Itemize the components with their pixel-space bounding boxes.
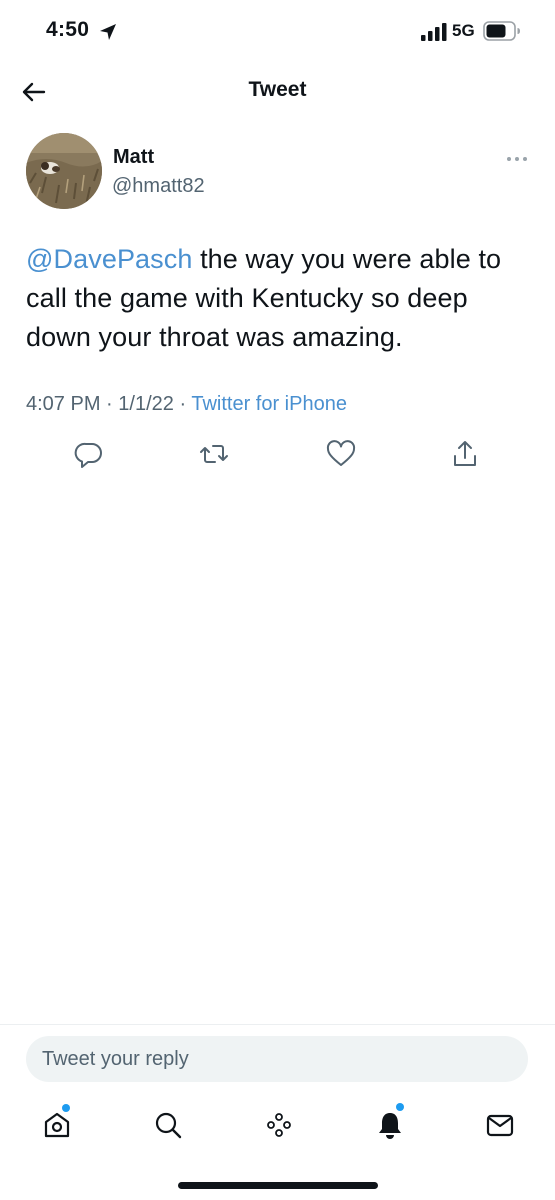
- avatar[interactable]: [26, 133, 102, 209]
- notifications-dot: [396, 1103, 404, 1111]
- notifications-icon: [379, 1113, 401, 1139]
- reply-icon[interactable]: [71, 436, 107, 472]
- mention-link[interactable]: @DavePasch: [26, 244, 192, 274]
- messages-icon: [486, 1114, 514, 1137]
- tweet-date: 1/1/22: [118, 393, 174, 415]
- tweet-time: 4:07 PM: [26, 393, 101, 415]
- tab-home[interactable]: [37, 1100, 77, 1150]
- spaces-icon: [267, 1113, 291, 1137]
- meta-separator: ·: [106, 393, 113, 415]
- author-handle[interactable]: @hmatt82: [112, 175, 205, 198]
- home-indicator: [178, 1182, 378, 1189]
- author-name[interactable]: Matt: [113, 146, 154, 169]
- search-icon: [155, 1112, 182, 1139]
- status-time: 4:50: [46, 18, 90, 41]
- home-icon: [44, 1112, 70, 1138]
- nav-header: Tweet: [0, 64, 555, 118]
- location-arrow-icon: [100, 24, 116, 40]
- action-bar: [0, 436, 555, 472]
- meta-separator: ·: [179, 393, 187, 415]
- retweet-icon[interactable]: [196, 436, 232, 472]
- network-type: 5G: [452, 21, 475, 40]
- status-bar: 4:50 5G: [0, 0, 555, 64]
- tab-search[interactable]: [148, 1100, 188, 1150]
- cellular-signal-icon: [421, 23, 447, 41]
- more-options-icon[interactable]: [502, 150, 532, 168]
- reply-input[interactable]: [26, 1036, 528, 1082]
- reply-bar-divider: [0, 1024, 555, 1025]
- tab-bar: [0, 1100, 555, 1150]
- tweet-text: @DavePasch the way you were able to call…: [26, 240, 531, 357]
- share-icon[interactable]: [447, 436, 483, 472]
- tab-messages[interactable]: [480, 1100, 520, 1150]
- battery-icon: [483, 21, 520, 41]
- tweet-source-link[interactable]: Twitter for iPhone: [191, 393, 347, 415]
- tab-notifications[interactable]: [370, 1100, 410, 1150]
- page-title: Tweet: [248, 78, 307, 101]
- home-notification-dot: [62, 1104, 70, 1112]
- heart-icon[interactable]: [323, 436, 359, 472]
- tweet-meta: 4:07 PM · 1/1/22 · Twitter for iPhone: [26, 393, 347, 416]
- tab-spaces[interactable]: [259, 1100, 299, 1150]
